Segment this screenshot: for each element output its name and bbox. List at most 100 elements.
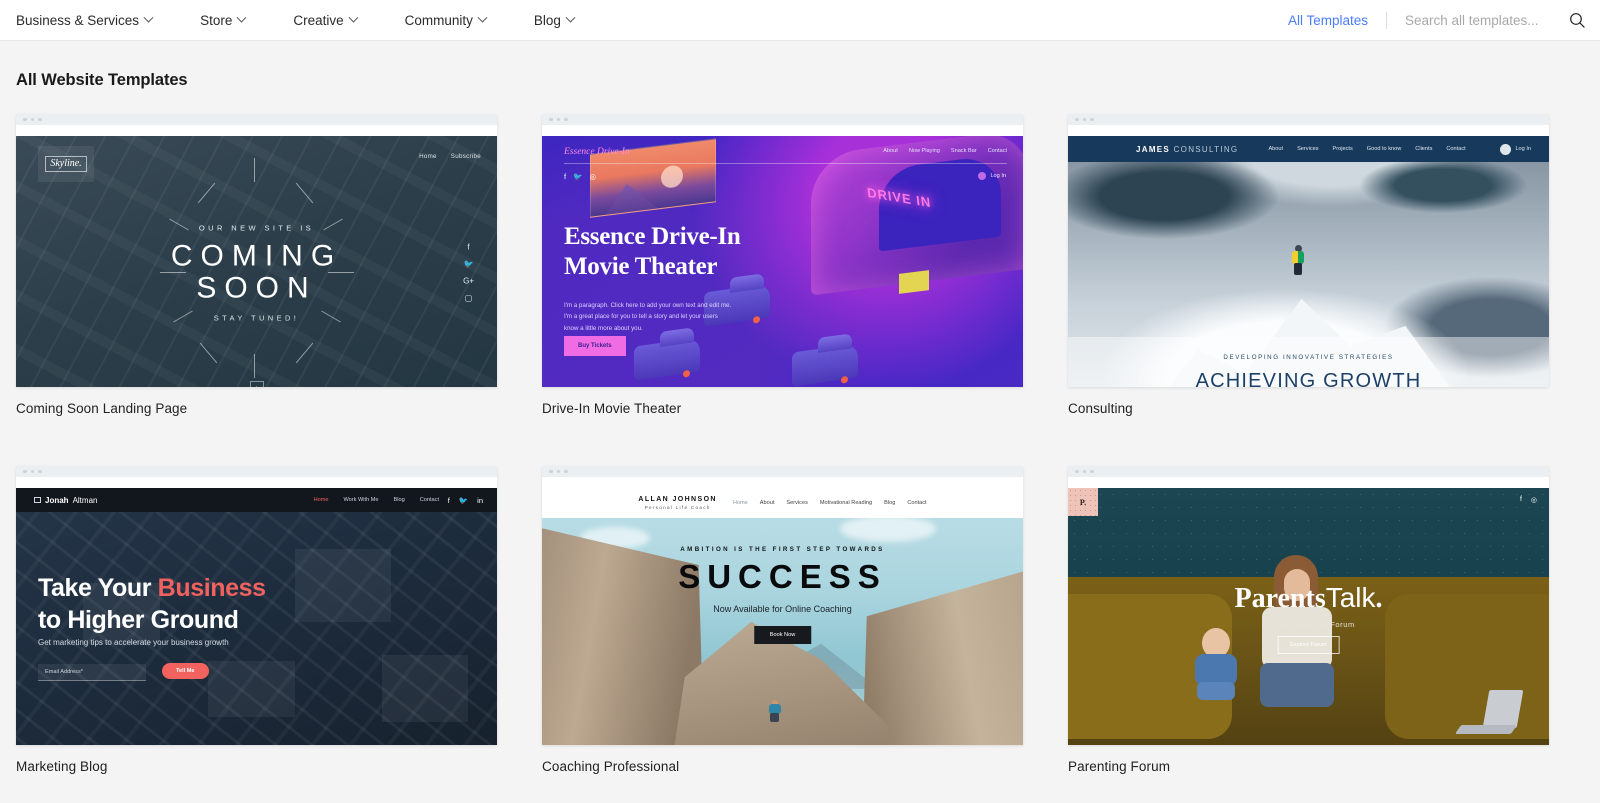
preview-logo-badge: P. — [1068, 488, 1098, 516]
facebook-icon: f — [447, 495, 450, 505]
headline-light: Talk — [1325, 582, 1376, 613]
nav-right-group: All Templates — [1288, 0, 1586, 41]
headline-accent: Business — [157, 574, 266, 602]
baby-legs — [1197, 681, 1236, 700]
menu-item-creative[interactable]: Creative — [293, 12, 380, 28]
facebook-icon: f — [1519, 496, 1522, 503]
window-graphic — [899, 270, 929, 294]
sun-graphic — [660, 164, 683, 190]
chevron-down-icon — [477, 12, 488, 23]
menu-item-blog[interactable]: Blog — [534, 12, 598, 28]
preview-nav-item: About — [883, 148, 898, 154]
preview-nav-item: Contact — [987, 148, 1007, 154]
baby-figure — [1193, 627, 1239, 700]
template-card-marketing-blog[interactable]: Jonah Altman Home Work With Me Blog Cont… — [16, 466, 497, 774]
preview-hero: OUR NEW SITE IS COMING SOON STAY TUNED! — [16, 223, 497, 322]
preview-navbar: Jonah Altman Home Work With Me Blog Cont… — [16, 488, 497, 512]
badge-text: P. — [1079, 497, 1087, 507]
laptop-keyboard — [1455, 724, 1518, 734]
menu-item-business-services[interactable]: Business & Services — [16, 12, 176, 28]
preview-kicker: AMBITION IS THE FIRST STEP TOWARDS — [680, 546, 885, 553]
headline-line1: Take Your Business — [38, 572, 266, 604]
menu-label: Store — [200, 12, 233, 28]
preview-nav-item: Projects — [1332, 146, 1353, 152]
all-templates-link[interactable]: All Templates — [1288, 13, 1386, 28]
search-input[interactable] — [1405, 13, 1555, 28]
template-thumbnail[interactable]: DRIVE IN Essence Drive-In About Now Play… — [542, 114, 1023, 387]
preview-headline-line1: COMING — [170, 238, 343, 272]
template-thumbnail[interactable]: ALLAN JOHNSON Personal Life Coach Home A… — [542, 466, 1023, 745]
preview-headline: Take Your Business to Higher Ground — [38, 572, 266, 636]
preview-kicker: OUR NEW SITE IS — [198, 222, 315, 232]
preview-social-links: f 🐦 ◎ — [564, 172, 596, 181]
preview-nav-item: Work With Me — [343, 497, 379, 503]
page-title: All Website Templates — [16, 71, 188, 89]
template-thumbnail[interactable]: Jonah Altman Home Work With Me Blog Cont… — [16, 466, 497, 745]
preview-nav-item: Services — [1297, 146, 1319, 152]
menu-label: Creative — [293, 12, 344, 28]
preview-social-links: f 🐦 G+ ▢ — [463, 243, 474, 302]
figure-legs — [770, 713, 780, 723]
template-card-title: Marketing Blog — [16, 759, 108, 774]
template-card-coaching[interactable]: ALLAN JOHNSON Personal Life Coach Home A… — [542, 466, 1023, 774]
template-card-title: Parenting Forum — [1068, 759, 1171, 774]
chevron-down-icon — [236, 12, 247, 23]
preview-nav-item: Blog — [884, 500, 896, 506]
top-navigation-bar: Business & Services Store Creative Commu… — [0, 0, 1600, 41]
preview-nav-item: Home — [419, 153, 437, 160]
template-card-parenting-forum[interactable]: P. f ◎ ParentsTalk. Online Parenting For… — [1068, 466, 1549, 774]
template-card-coming-soon[interactable]: Skyline. Home Subscribe OUR NEW SITE IS … — [16, 114, 497, 416]
headline-bold: Parents — [1234, 583, 1326, 614]
headline-line2: Movie Theater — [564, 252, 718, 280]
ray — [254, 158, 255, 182]
logo-text: Skyline. — [45, 156, 87, 172]
instagram-icon: ▢ — [464, 293, 473, 302]
chevron-down-icon — [565, 12, 576, 23]
template-thumbnail[interactable]: Skyline. Home Subscribe OUR NEW SITE IS … — [16, 114, 497, 387]
template-grid-row-2: Jonah Altman Home Work With Me Blog Cont… — [0, 442, 1600, 774]
logo-tagline: Personal Life Coach — [644, 505, 711, 510]
template-card-consulting[interactable]: JAMES CONSULTING About Services Projects… — [1068, 114, 1549, 416]
logo-mark-icon — [34, 497, 41, 503]
preview-subtext: Now Available for Online Coaching — [713, 604, 852, 614]
preview-nav-item: Contact — [1446, 146, 1466, 152]
preview-cta-button: Buy Tickets — [564, 336, 626, 356]
logo-light: CONSULTING — [1173, 144, 1239, 154]
preview-headline: Essence Drive-In Movie Theater — [564, 222, 741, 281]
facebook-icon: f — [564, 172, 567, 181]
figure-legs — [1293, 263, 1302, 276]
preview-logo: Skyline. — [38, 146, 94, 182]
logo-light: Altman — [72, 495, 98, 505]
preview-nav: Home Work With Me Blog Contact — [314, 497, 439, 503]
parent-figure — [1260, 554, 1335, 707]
template-thumbnail[interactable]: P. f ◎ ParentsTalk. Online Parenting For… — [1068, 466, 1549, 745]
template-thumbnail[interactable]: JAMES CONSULTING About Services Projects… — [1068, 114, 1549, 387]
preview-nav-item-active: Home — [313, 497, 329, 503]
avatar-icon — [978, 172, 987, 180]
template-card-drive-in[interactable]: DRIVE IN Essence Drive-In About Now Play… — [542, 114, 1023, 416]
ray — [254, 354, 255, 378]
preview-nav-item: Snack Bar — [950, 148, 977, 154]
menu-item-community[interactable]: Community — [405, 12, 510, 28]
preview-subtext: STAY TUNED! — [213, 313, 300, 323]
chevron-down-icon — [348, 12, 359, 23]
twitter-icon: 🐦 — [458, 495, 469, 505]
preview-nav-item: About — [1268, 146, 1284, 152]
template-card-title: Coming Soon Landing Page — [16, 401, 188, 416]
search-icon[interactable] — [1569, 12, 1586, 29]
chevron-down-icon — [143, 12, 154, 23]
preview-nav-item: About — [759, 500, 775, 506]
preview-coaching: ALLAN JOHNSON Personal Life Coach Home A… — [542, 488, 1023, 745]
template-card-title: Drive-In Movie Theater — [542, 401, 682, 416]
figure-jeans — [1260, 662, 1335, 707]
preview-nav-item: Contact — [419, 497, 439, 503]
preview-coming-soon: Skyline. Home Subscribe OUR NEW SITE IS … — [16, 136, 497, 387]
preview-logo: ALLAN JOHNSON Personal Life Coach — [638, 496, 716, 510]
headline-text: Take Your — [38, 574, 158, 602]
preview-logo: Jonah Altman — [34, 496, 97, 505]
menu-item-store[interactable]: Store — [200, 12, 269, 28]
down-arrow-icon: ↓ — [249, 381, 264, 387]
instagram-icon: ◎ — [589, 172, 596, 181]
preview-nav-item: Motivational Reading — [819, 500, 873, 506]
preview-navbar: JAMES CONSULTING About Services Projects… — [1068, 136, 1549, 162]
